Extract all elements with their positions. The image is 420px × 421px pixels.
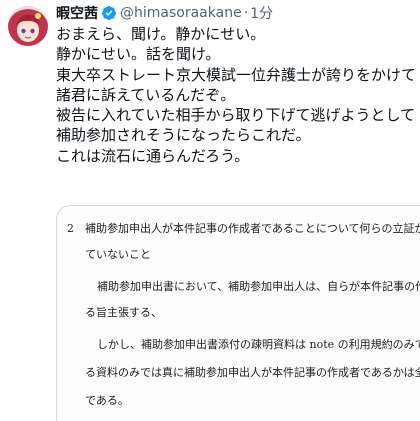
document-line: ていないこと	[85, 248, 151, 261]
document-line: しかし、補助参加申出書添付の疎明資料は note の利用規約のみであり、かか	[97, 338, 420, 351]
tweet-text-line: おまえら、聞け。静かにせい。	[56, 25, 266, 43]
tweet-text-line: 静かにせい。話を聞け。	[56, 45, 221, 64]
document-line: る資料のみでは真に補助参加申出人が本件記事の作成者であるかは全くの不明	[85, 366, 420, 379]
tweet[interactable]: 暇空茜 @himasoraakane · 1分 おまえら、聞け。静かにせい。 静…	[0, 0, 420, 421]
tweet-text-line: 補助参加されそうになったらこれだ。	[56, 126, 311, 145]
document-line: 補助参加申出書において、補助参加申出人は、自らが本件記事の作成者であ	[97, 280, 420, 293]
document-line: 2 補助参加申出人が本件記事の作成者であることについて何らの立証がなされ	[67, 222, 420, 235]
document-line: る旨主張する、	[85, 306, 162, 319]
tweet-header: 暇空茜 @himasoraakane · 1分	[56, 2, 416, 24]
verified-badge-icon	[101, 5, 117, 21]
handle[interactable]: @himasoraakane	[120, 5, 242, 21]
tweet-text: おまえら、聞け。静かにせい。 静かにせい。話を聞け。 東大卒ストレート京大模試一…	[56, 24, 416, 166]
timestamp[interactable]: 1分	[250, 3, 273, 23]
avatar-image	[8, 6, 48, 46]
court-document-scan: 2 補助参加申出人が本件記事の作成者であることについて何らの立証がなされ ていな…	[57, 206, 420, 421]
attached-image[interactable]: 2 補助参加申出人が本件記事の作成者であることについて何らの立証がなされ ていな…	[56, 205, 420, 421]
tweet-text-line: 諸君に訴えているんだぞ。	[56, 85, 236, 104]
avatar[interactable]	[8, 6, 48, 46]
document-line: である。	[85, 394, 129, 407]
separator-dot: ·	[243, 5, 249, 21]
tweet-text-line: 被告に入れていた相手から取り下げて逃げようとして	[56, 106, 416, 125]
display-name[interactable]: 暇空茜	[56, 3, 98, 23]
tweet-text-line: これは流石に通らんだろう。	[56, 146, 250, 165]
tweet-text-line: 東大卒ストレート京大模試一位弁護士が誇りをかけて	[56, 65, 417, 84]
